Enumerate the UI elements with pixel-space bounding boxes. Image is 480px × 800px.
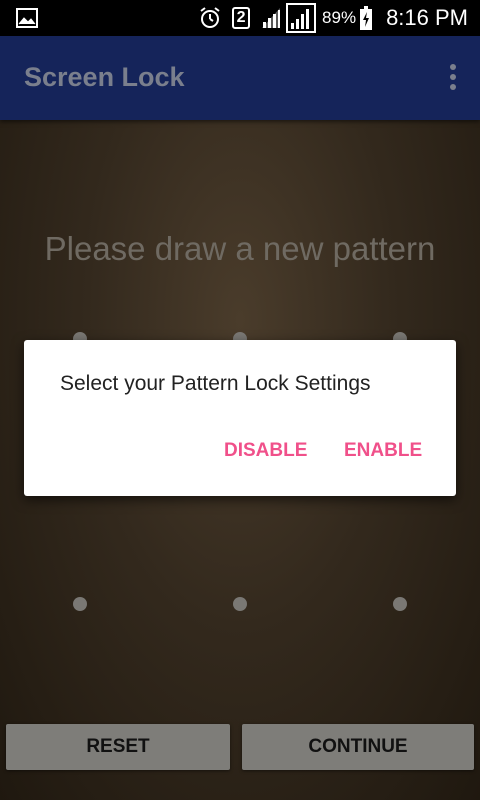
battery-charging-icon	[360, 6, 373, 30]
sim-2-icon: 2	[232, 7, 251, 29]
pattern-prompt: Please draw a new pattern	[44, 230, 436, 267]
continue-button[interactable]: CONTINUE	[242, 724, 474, 770]
status-icons: 2 89% 8:16 PM	[188, 0, 468, 36]
signal-icon	[286, 3, 317, 33]
dialog-message: Select your Pattern Lock Settings	[60, 372, 371, 395]
reset-button[interactable]: RESET	[6, 724, 230, 770]
signal-icon	[260, 6, 282, 30]
pattern-dot[interactable]	[393, 597, 407, 611]
overflow-menu-icon[interactable]	[448, 64, 458, 92]
battery-percent: 89%	[322, 8, 357, 27]
app-title: Screen Lock	[24, 62, 185, 92]
disable-button[interactable]: DISABLE	[224, 440, 307, 462]
status-bar: 2 89% 8:16 PM	[0, 0, 480, 36]
app-bar: Screen Lock	[0, 36, 480, 120]
enable-button[interactable]: ENABLE	[344, 440, 422, 462]
clock: 8:16 PM	[386, 5, 468, 30]
sim-slot: 2	[232, 7, 251, 29]
pattern-dot[interactable]	[73, 597, 87, 611]
alarm-icon	[198, 6, 222, 30]
gallery-icon	[16, 8, 38, 28]
pattern-dot[interactable]	[233, 597, 247, 611]
pattern-settings-dialog: Select your Pattern Lock Settings DISABL…	[24, 340, 456, 496]
screen: 2 89% 8:16 PM Screen Lock Please draw a …	[0, 0, 480, 800]
